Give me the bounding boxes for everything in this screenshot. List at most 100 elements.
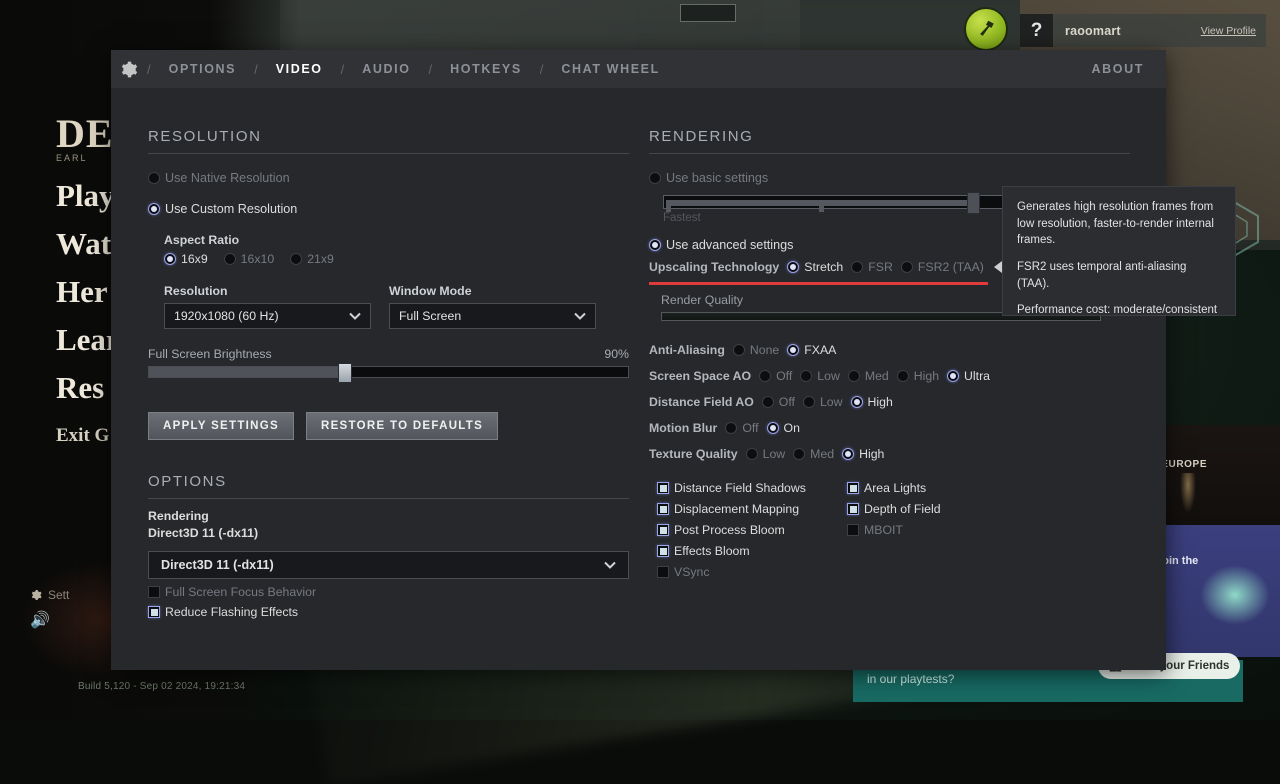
radio-dot [733, 344, 745, 356]
checkbox-box [847, 482, 859, 494]
upscaling-option-fsr2[interactable]: FSR2 (TAA) [901, 260, 984, 274]
motion-blur-option-off[interactable]: Off [725, 421, 758, 435]
window-mode-label: Window Mode [389, 284, 596, 298]
anti-aliasing-option-fxaa[interactable]: FXAA [787, 343, 836, 357]
screen-space-ao-option-high[interactable]: High [897, 369, 939, 383]
radio-dot [842, 448, 854, 460]
tab-audio[interactable]: AUDIO [346, 62, 426, 76]
radio-dot [759, 370, 771, 382]
screen-space-ao-option-off[interactable]: Off [759, 369, 792, 383]
post-process-bloom-checkbox[interactable]: Post Process Bloom [657, 523, 806, 537]
currency-badge[interactable] [964, 7, 1008, 51]
distance-field-shadows-checkbox[interactable]: Distance Field Shadows [657, 481, 806, 495]
brightness-label: Full Screen Brightness [148, 347, 272, 361]
resolution-select[interactable]: 1920x1080 (60 Hz) [164, 303, 371, 329]
distance-field-ao-option-high[interactable]: High [851, 395, 893, 409]
option-label: High [859, 447, 884, 461]
mboit-checkbox[interactable]: MBOIT [847, 523, 941, 537]
restore-defaults-button[interactable]: RESTORE TO DEFAULTS [306, 412, 498, 440]
brightness-slider-thumb[interactable] [338, 363, 352, 383]
motion-blur-row: Motion Blur Off On [649, 421, 1130, 435]
radio-dot [947, 370, 959, 382]
aspect-option-label: 16x9 [181, 252, 208, 266]
tab-about[interactable]: ABOUT [1092, 62, 1144, 76]
settings-window: / OPTIONS / VIDEO / AUDIO / HOTKEYS / CH… [111, 50, 1166, 670]
profile-strip[interactable]: ? raoomart View Profile [1020, 14, 1266, 47]
aspect-ratio-options: 16x9 16x10 21x9 [164, 252, 629, 266]
aspect-option-label: 21x9 [307, 252, 334, 266]
tab-separator: / [147, 62, 151, 77]
use-custom-resolution-radio[interactable]: Use Custom Resolution [148, 202, 629, 216]
playtest-question: in our playtests? [867, 672, 954, 686]
highlight-underline [649, 282, 988, 285]
tab-hotkeys[interactable]: HOTKEYS [434, 62, 538, 76]
rendering-api-label: Rendering [148, 508, 629, 525]
effects-bloom-checkbox[interactable]: Effects Bloom [657, 544, 806, 558]
displacement-mapping-checkbox[interactable]: Displacement Mapping [657, 502, 806, 516]
motion-blur-option-on[interactable]: On [767, 421, 800, 435]
volume-icon[interactable]: 🔊 [30, 610, 69, 630]
chevron-down-icon [349, 312, 361, 320]
radio-dot [851, 261, 863, 273]
upscaling-tooltip: Generates high resolution frames from lo… [1002, 186, 1236, 316]
checkbox-box [148, 606, 160, 618]
aspect-option-16x10[interactable]: 16x10 [224, 252, 275, 266]
settings-shortcut[interactable]: Sett [30, 588, 69, 602]
tab-separator: / [540, 62, 544, 77]
use-basic-settings-label: Use basic settings [666, 171, 768, 185]
resolution-section-title: RESOLUTION [148, 128, 629, 154]
aspect-option-16x9[interactable]: 16x9 [164, 252, 208, 266]
area-lights-checkbox[interactable]: Area Lights [847, 481, 941, 495]
resolution-column: RESOLUTION Use Native Resolution Use Cus… [148, 128, 629, 619]
reduce-flashing-label: Reduce Flashing Effects [165, 605, 298, 619]
brightness-value: 90% [604, 347, 629, 361]
screen-space-ao-option-med[interactable]: Med [848, 369, 889, 383]
view-profile-link[interactable]: View Profile [1201, 25, 1256, 37]
use-native-resolution-radio[interactable]: Use Native Resolution [148, 171, 629, 185]
checkbox-label: Depth of Field [864, 502, 941, 516]
checkbox-label: VSync [674, 565, 710, 579]
radio-dot [848, 370, 860, 382]
option-label: Low [820, 395, 843, 409]
texture-quality-option-med[interactable]: Med [793, 447, 834, 461]
settings-tabbar: / OPTIONS / VIDEO / AUDIO / HOTKEYS / CH… [111, 50, 1166, 88]
texture-quality-option-low[interactable]: Low [746, 447, 786, 461]
use-basic-settings-radio[interactable]: Use basic settings [649, 171, 1130, 185]
tab-options[interactable]: OPTIONS [153, 62, 252, 76]
full-screen-focus-checkbox[interactable]: Full Screen Focus Behavior [148, 585, 629, 599]
chevron-down-icon [604, 561, 616, 569]
distance-field-ao-option-off[interactable]: Off [762, 395, 795, 409]
option-label: High [914, 369, 939, 383]
checkbox-label: MBOIT [864, 523, 903, 537]
vsync-checkbox[interactable]: VSync [657, 565, 806, 579]
screen-space-ao-option-low[interactable]: Low [800, 369, 840, 383]
brightness-slider[interactable] [148, 366, 629, 378]
option-label: Med [865, 369, 889, 383]
tooltip-line-2: FSR2 uses temporal anti-aliasing (TAA). [1017, 259, 1221, 292]
basic-slider-thumb[interactable] [967, 192, 980, 214]
tab-video[interactable]: VIDEO [260, 62, 339, 76]
gear-icon [119, 60, 138, 79]
distance-field-ao-option-low[interactable]: Low [803, 395, 843, 409]
option-label: Med [810, 447, 834, 461]
rendering-api-select[interactable]: Direct3D 11 (-dx11) [148, 551, 629, 579]
window-mode-select[interactable]: Full Screen [389, 303, 596, 329]
apply-settings-button[interactable]: APPLY SETTINGS [148, 412, 294, 440]
anti-aliasing-option-none[interactable]: None [733, 343, 779, 357]
reduce-flashing-checkbox[interactable]: Reduce Flashing Effects [148, 605, 629, 619]
upscaling-option-fsr[interactable]: FSR [851, 260, 893, 274]
aspect-option-21x9[interactable]: 21x9 [290, 252, 334, 266]
screen-space-ao-label: Screen Space AO [649, 369, 751, 383]
settings-gear-icon[interactable] [111, 50, 145, 88]
tab-chat-wheel[interactable]: CHAT WHEEL [545, 62, 675, 76]
checkbox-box [657, 566, 669, 578]
radio-dot [762, 396, 774, 408]
screen-space-ao-option-ultra[interactable]: Ultra [947, 369, 990, 383]
depth-of-field-checkbox[interactable]: Depth of Field [847, 502, 941, 516]
option-label: Off [779, 395, 795, 409]
upscaling-option-stretch[interactable]: Stretch [787, 260, 843, 274]
upscaling-technology-label: Upscaling Technology [649, 260, 779, 274]
radio-dot [725, 422, 737, 434]
slider-label-fastest: Fastest [663, 212, 701, 224]
texture-quality-option-high[interactable]: High [842, 447, 884, 461]
